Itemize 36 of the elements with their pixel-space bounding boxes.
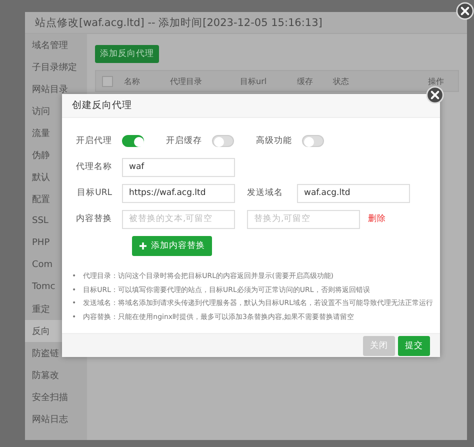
field-label: 内容替换 [75,213,113,225]
domain-field[interactable]: waf.acg.ltd [297,184,410,202]
replace-from-field[interactable]: 被替换的文本,可留空 [122,210,235,228]
replace-to-field[interactable]: 替换为,可留空 [247,210,360,228]
column-header: 缓存 [297,76,314,86]
column-header: 代理目录 [170,76,203,86]
sidebar-item[interactable]: 子目录绑定 [25,56,87,78]
toggle-switch[interactable] [122,135,144,147]
column-header: 名称 [124,76,141,86]
submit-button[interactable]: 提交 [398,336,430,356]
toggle-switch[interactable] [212,135,234,147]
toggle-label: 开启缓存 [165,135,203,147]
sidebar-item[interactable]: 网站日志 [25,408,87,430]
toggle-switch[interactable] [302,135,324,147]
field-label: 代理名称 [75,161,113,173]
close-icon[interactable] [426,86,444,104]
toggle-label: 高级功能 [255,135,293,147]
column-header: 目标url [240,76,268,86]
target-url-field[interactable]: https://waf.acg.ltd [122,184,235,202]
column-header: 状态 [333,76,350,86]
sidebar-item[interactable]: 安全扫描 [25,386,87,408]
sidebar-item[interactable]: 域名管理 [25,34,87,56]
dialog-title: 创建反向代理 [62,94,440,118]
sidebar-item[interactable]: 防篡改 [25,364,87,386]
field-label: 目标URL [76,187,113,199]
field-label: 发送域名 [247,187,284,199]
column-header: 操作 [428,76,445,86]
select-all-checkbox[interactable] [102,76,113,86]
name-field[interactable]: waf [122,158,235,176]
add-replace-button[interactable]: 添加内容替换 [132,236,212,256]
plus-icon [139,242,147,250]
close-icon[interactable] [456,2,474,20]
delete-link[interactable]: 删除 [368,213,386,225]
add-proxy-button[interactable]: 添加反向代理 [95,45,159,63]
window-title: 站点修改[waf.acg.ltd] -- 添加时间[2023-12-05 15:16:13] [25,12,467,34]
toggle-label: 开启代理 [75,135,113,147]
